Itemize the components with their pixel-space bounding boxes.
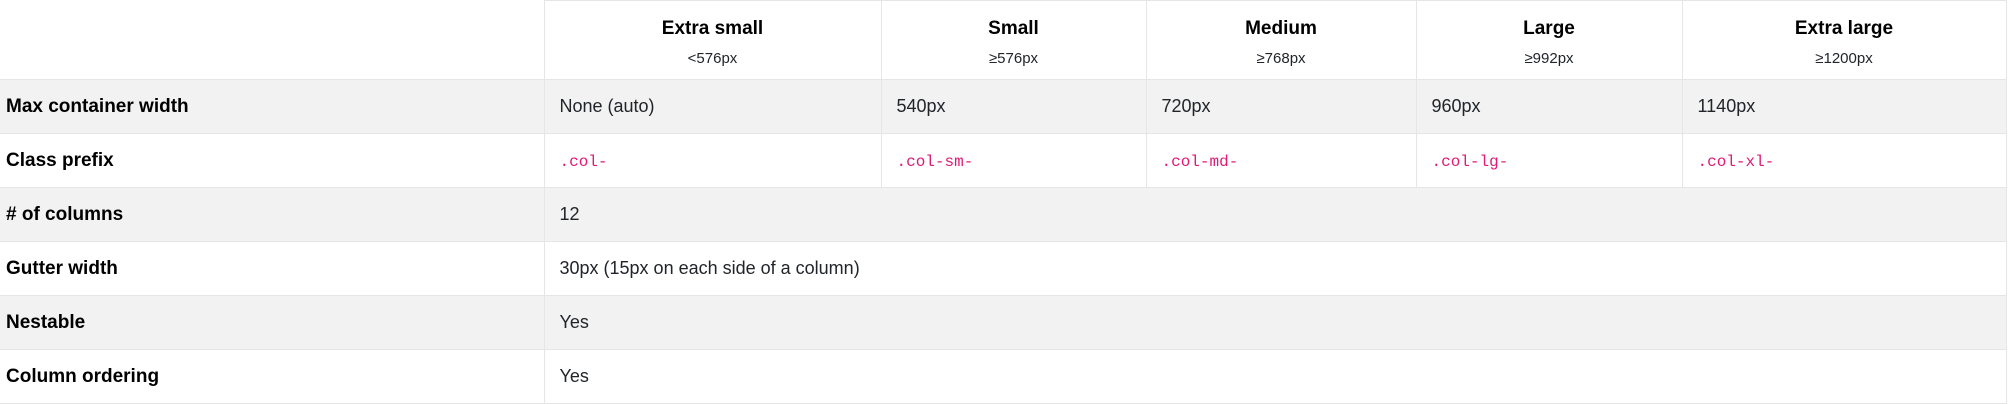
table-cell: 30px (15px on each side of a column) [543,241,2007,296]
row-label: Max container width [0,79,545,134]
breakpoint-name: Extra large [1794,17,1894,39]
row-label: # of columns [0,187,545,242]
column-header-large: Large ≥992px [1415,0,1683,80]
class-prefix-code: .col- [559,153,608,171]
grid-options-table: Extra small <576px Small ≥576px Medium ≥… [0,0,2007,404]
row-label: Class prefix [0,133,545,188]
table-cell: 960px [1415,79,1683,134]
row-label: Nestable [0,295,545,350]
header-row: Extra small <576px Small ≥576px Medium ≥… [0,0,2007,80]
header-corner-cell [0,0,545,80]
table-cell: .col-md- [1145,133,1417,188]
table-cell: None (auto) [543,79,882,134]
table-cell: .col-xl- [1681,133,2007,188]
breakpoint-name: Large [1523,17,1575,39]
table-body: Max container width None (auto) 540px 72… [0,79,2007,404]
table-cell: 540px [880,79,1147,134]
table-cell: 720px [1145,79,1417,134]
breakpoint-size: <576px [687,49,738,67]
table-header: Extra small <576px Small ≥576px Medium ≥… [0,0,2007,80]
table-cell: .col- [543,133,882,188]
row-label: Gutter width [0,241,545,296]
table-cell: Yes [543,349,2007,404]
row-class-prefix: Class prefix .col- .col-sm- .col-md- .co… [0,133,2007,188]
row-max-container-width: Max container width None (auto) 540px 72… [0,79,2007,134]
row-label: Column ordering [0,349,545,404]
breakpoint-name: Extra small [661,17,764,39]
column-header-medium: Medium ≥768px [1145,0,1417,80]
table-cell: .col-sm- [880,133,1147,188]
breakpoint-name: Medium [1245,17,1317,39]
class-prefix-code: .col-sm- [896,153,974,171]
row-gutter-width: Gutter width 30px (15px on each side of … [0,241,2007,296]
table-cell: Yes [543,295,2007,350]
table-cell: .col-lg- [1415,133,1683,188]
row-nestable: Nestable Yes [0,295,2007,350]
column-header-extra-small: Extra small <576px [543,0,882,80]
row-column-ordering: Column ordering Yes [0,349,2007,404]
breakpoint-size: ≥992px [1524,49,1574,67]
breakpoint-name: Small [988,17,1039,39]
table-cell: 1140px [1681,79,2007,134]
class-prefix-code: .col-md- [1161,153,1239,171]
row-number-of-columns: # of columns 12 [0,187,2007,242]
column-header-extra-large: Extra large ≥1200px [1681,0,2007,80]
breakpoint-size: ≥576px [988,49,1039,67]
breakpoint-size: ≥1200px [1815,49,1873,67]
breakpoint-size: ≥768px [1256,49,1306,67]
class-prefix-code: .col-lg- [1431,153,1509,171]
table-cell: 12 [543,187,2007,242]
class-prefix-code: .col-xl- [1697,153,1775,171]
column-header-small: Small ≥576px [880,0,1147,80]
